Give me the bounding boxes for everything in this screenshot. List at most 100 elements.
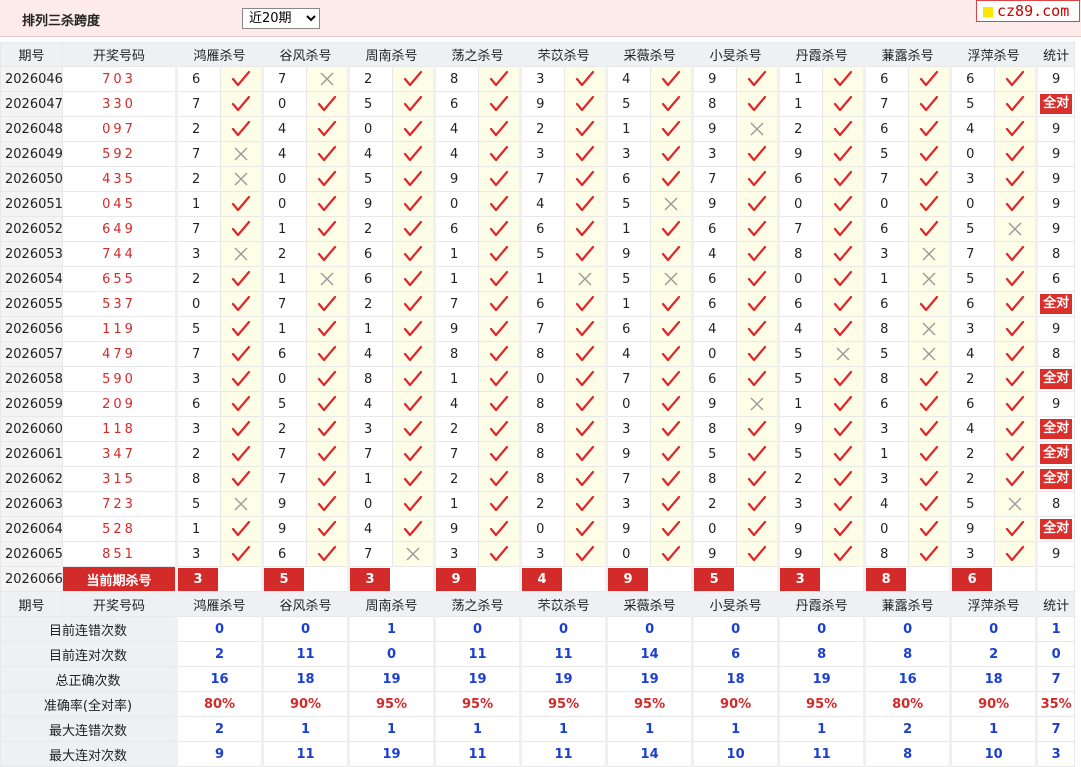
kill-number-cell: 6 [347,241,394,267]
result-mark-cell [478,91,522,117]
check-icon [575,370,595,387]
header-period: 期号 [0,591,63,617]
draw-number-cell: 703 [62,66,177,92]
period-cell: 2026050 [0,166,63,192]
check-icon [575,220,595,237]
result-mark-cell [736,266,780,292]
result-mark-cell [822,191,866,217]
header-expert: 周南杀号 [347,42,436,67]
kill-number-cell: 9 [433,316,480,342]
kill-number-cell: 7 [863,166,910,192]
kill-number-cell: 2 [691,491,738,517]
check-icon [1006,195,1025,212]
summary-value: 19 [433,666,522,692]
header-expert: 蒹露杀号 [863,591,952,617]
kill-number-cell: 5 [261,391,308,417]
stat-cell: 9 [1035,141,1076,167]
check-icon [489,345,509,362]
summary-value: 0 [949,616,1038,642]
result-mark-cell [650,241,694,267]
period-cell: 2026058 [0,366,63,392]
result-mark-cell [650,266,694,292]
kill-number-cell: 1 [777,91,824,117]
kill-number-cell: 4 [347,141,394,167]
result-mark-cell [822,366,866,392]
result-mark-cell [736,66,780,92]
check-icon [1006,70,1025,87]
check-icon [920,295,939,312]
result-mark-cell [478,241,522,267]
summary-label: 目前连错次数 [0,616,177,642]
kill-number-cell: 9 [777,141,824,167]
kill-number-cell: 7 [175,341,221,367]
result-mark-cell [564,291,608,317]
summary-value: 19 [347,666,436,692]
cross-icon [1008,497,1022,511]
result-mark-cell [219,416,264,442]
stat-cell: 9 [1035,66,1076,92]
check-icon [834,320,853,337]
kill-number-cell: 0 [347,491,394,517]
kill-number-cell: 1 [261,316,308,342]
kill-number-cell: 3 [863,416,910,442]
kill-number-cell: 0 [777,191,824,217]
result-mark-cell [564,416,608,442]
result-mark-cell [564,316,608,342]
cross-icon [234,147,248,161]
check-icon [920,220,939,237]
result-mark-cell [908,466,952,492]
summary-value: 0 [174,616,264,642]
stat-cell: 全对 [1035,366,1076,392]
header-expert: 鸿雁杀号 [174,591,264,617]
kill-number-cell: 3 [519,66,566,92]
check-icon [747,445,767,462]
period-range-select[interactable]: 近20期 [242,8,320,29]
period-cell: 2026060 [0,416,63,442]
kill-number-cell: 4 [949,116,996,142]
kill-number-cell: 4 [347,391,394,417]
kill-number-cell: 8 [175,466,221,492]
kill-number-cell: 6 [777,291,824,317]
result-mark-cell [392,391,436,417]
check-icon [317,320,337,337]
kill-number-cell: 5 [949,491,996,517]
kill-number-cell: 3 [175,366,221,392]
result-mark-cell [564,391,608,417]
draw-number-cell: 528 [62,516,177,542]
summary-value: 95% [605,691,694,717]
kill-number-cell: 2 [519,491,566,517]
kill-number-cell: 6 [175,66,221,92]
table-row: 2026054 655 2 1 6 1 1 5 6 0 1 5 6 [0,266,1076,292]
summary-value: 9 [174,741,264,767]
result-mark-cell [736,366,780,392]
check-icon [747,145,767,162]
check-icon [1006,370,1025,387]
check-icon [747,370,767,387]
header-stat: 统计 [1035,42,1076,67]
kill-number-cell: 4 [433,141,480,167]
result-mark-cell [564,341,608,367]
result-mark-cell [994,166,1038,192]
check-icon [231,270,251,287]
check-icon [403,170,423,187]
check-icon [747,295,767,312]
header-expert: 芣苡杀号 [519,42,608,67]
site-logo[interactable]: cz89.com [976,0,1080,22]
result-mark-cell [219,466,264,492]
kill-number-cell: 8 [519,416,566,442]
kill-number-cell: 3 [175,416,221,442]
draw-number-cell: 315 [62,466,177,492]
period-cell: 2026061 [0,441,63,467]
result-mark-cell [908,366,952,392]
current-kill-badge: 3 [351,567,391,591]
check-icon [747,245,767,262]
kill-number-cell: 0 [949,141,996,167]
check-icon [1006,395,1025,412]
result-mark-cell [822,91,866,117]
header-expert: 荡之杀号 [433,591,522,617]
check-icon [317,395,337,412]
result-mark-cell [306,166,350,192]
kill-number-cell: 2 [777,116,824,142]
kill-number-cell: 2 [347,66,394,92]
header-draw: 开奖号码 [62,591,177,617]
